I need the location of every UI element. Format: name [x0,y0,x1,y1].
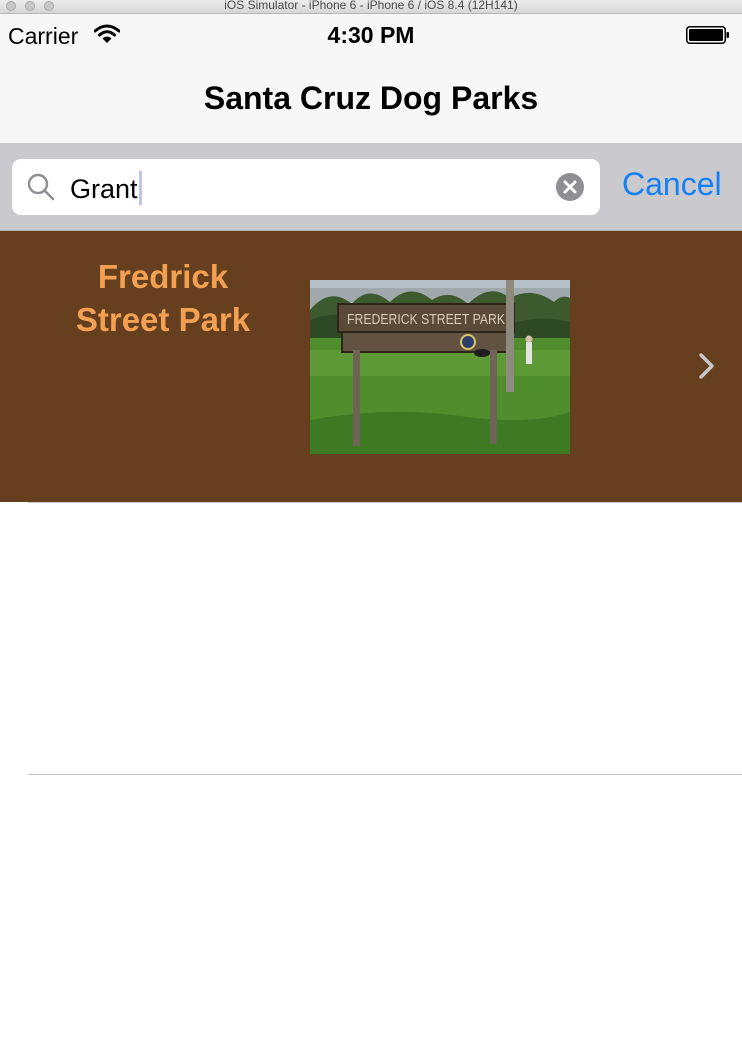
table-separator [28,502,742,503]
navigation-bar: Santa Cruz Dog Parks [0,58,742,144]
table-separator [28,774,742,775]
park-photo: FREDERICK STREET PARK [310,280,570,454]
table-row[interactable]: Fredrick Street Park FREDERICK STREET PA… [0,231,742,502]
search-bar: Grant Cancel [0,144,742,231]
magnifier-icon [27,173,55,201]
chevron-right-icon [699,353,714,379]
simulator-titlebar: iOS Simulator - iPhone 6 - iPhone 6 / iO… [0,0,742,14]
park-name: Fredrick Street Park [75,258,251,338]
search-query-value[interactable]: Grant [70,174,138,204]
battery-icon [686,26,729,44]
page-title: Santa Cruz Dog Parks [203,80,539,116]
search-input[interactable]: Grant [12,159,600,215]
cancel-button[interactable]: Cancel [622,166,722,203]
search-input-text[interactable]: Grant [70,171,142,205]
text-cursor [138,171,142,205]
status-time: 4:30 PM [327,22,415,48]
clear-x-icon[interactable] [556,173,584,201]
sign-text: FREDERICK STREET PARK [347,311,505,328]
status-bar: Carrier 4:30 PM [0,14,742,58]
simulator-window-title: iOS Simulator - iPhone 6 - iPhone 6 / iO… [224,0,518,12]
